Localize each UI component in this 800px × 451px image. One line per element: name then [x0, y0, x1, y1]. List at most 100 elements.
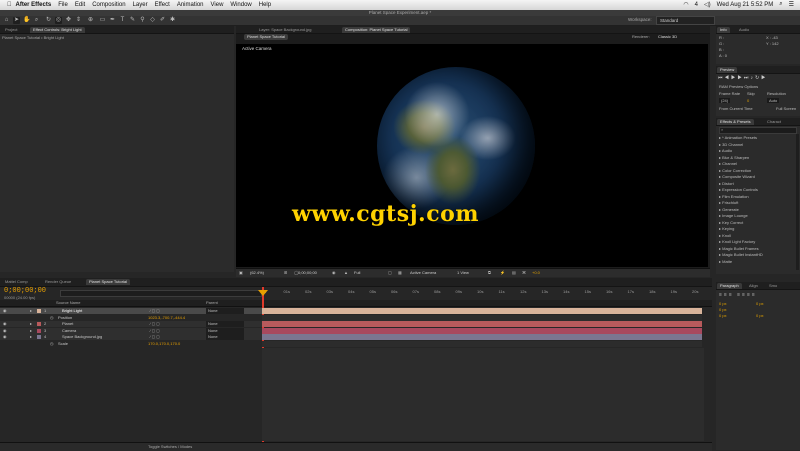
- ram-preview-options[interactable]: RAM Preview Options: [719, 84, 758, 89]
- layer-duration-bar[interactable]: [262, 334, 702, 340]
- text-tool-icon[interactable]: T: [119, 17, 126, 24]
- space-after-field[interactable]: 0 px: [756, 313, 764, 318]
- grid-icon[interactable]: ⊞: [284, 270, 287, 275]
- transparency-grid-icon[interactable]: ▦: [398, 270, 402, 275]
- tab-effects-presets[interactable]: Effects & Presets: [717, 119, 754, 125]
- layer-name[interactable]: Space Background.jpg: [62, 334, 102, 340]
- parent-select[interactable]: None: [206, 321, 244, 327]
- effects-category-item[interactable]: ▸ Matte: [719, 259, 732, 264]
- menu-effect[interactable]: Effect: [155, 2, 170, 8]
- visibility-eye-icon[interactable]: ◉: [3, 308, 7, 314]
- indent-right-field[interactable]: 0 px: [756, 301, 764, 306]
- layer-row[interactable]: ◉ ▸ 4 Space Background.jpg ⁄ ◻ ◻ None: [0, 334, 262, 340]
- snapshot-icon[interactable]: ◉: [332, 270, 336, 275]
- layer-label-color[interactable]: [37, 328, 41, 333]
- tab-mattel-comp[interactable]: Mattel Comp: [2, 279, 31, 285]
- tab-effect-controls[interactable]: Effect Controls: Bright Light: [30, 27, 85, 33]
- tab-planet-space-tutorial[interactable]: Planet Space Tutorial: [86, 279, 131, 285]
- timeline-empty-area[interactable]: [262, 348, 704, 441]
- track-xy-icon[interactable]: ✥: [65, 17, 72, 24]
- property-track[interactable]: [262, 314, 702, 321]
- twirl-triangle-icon[interactable]: ▸: [30, 321, 32, 327]
- roi-icon[interactable]: ▢: [388, 270, 392, 275]
- effects-category-item[interactable]: ▸ Blur & Sharpen: [719, 155, 749, 160]
- effects-category-item[interactable]: ▸ Audio: [719, 148, 732, 153]
- selection-tool-icon[interactable]: ➤: [13, 17, 20, 24]
- zoom-select[interactable]: (62.4%): [250, 270, 264, 275]
- effects-category-item[interactable]: ▸ * Animation Presets: [719, 135, 757, 140]
- menu-edit[interactable]: Edit: [75, 2, 85, 8]
- show-snapshot-icon[interactable]: ▲: [344, 270, 348, 275]
- viewer-timecode[interactable]: 0;00;00;00: [298, 270, 317, 275]
- frame-rate-field[interactable]: (24): [719, 98, 731, 103]
- from-current-time-checkbox[interactable]: From Current Time: [719, 106, 753, 111]
- effects-category-item[interactable]: ▸ Keying: [719, 226, 734, 231]
- orbit-camera-icon[interactable]: ◎: [55, 17, 62, 24]
- property-value[interactable]: 170.0,170.0,170.0: [148, 341, 180, 347]
- property-name[interactable]: Position: [58, 315, 72, 321]
- layer-row[interactable]: ◉ ▸ 2 Planet ⁄ ◻ ◻ None: [0, 321, 262, 327]
- tab-info[interactable]: Info: [717, 27, 730, 33]
- visibility-eye-icon[interactable]: ◉: [3, 328, 7, 334]
- exposure-value[interactable]: +0.0: [532, 270, 540, 275]
- effects-category-item[interactable]: ▸ Distort: [719, 181, 734, 186]
- skip-field[interactable]: 0: [747, 98, 749, 103]
- layer-name[interactable]: Camera: [62, 328, 76, 334]
- resolution-select[interactable]: Full: [354, 270, 360, 275]
- effects-category-item[interactable]: ▸ Expression Controls: [719, 187, 758, 192]
- property-value[interactable]: 1023.3,-700.7,-444.4: [148, 315, 185, 321]
- indent-first-field[interactable]: 0 px: [719, 307, 727, 312]
- wifi-icon[interactable]: ◠: [683, 1, 688, 8]
- layer-switches[interactable]: ⁄ ◻ ◻: [150, 334, 160, 340]
- toggle-switches-modes[interactable]: Toggle Switches / Modes: [148, 444, 192, 449]
- visibility-eye-icon[interactable]: ◉: [3, 334, 7, 340]
- indent-left-field[interactable]: 0 px: [719, 301, 727, 306]
- parent-select[interactable]: None: [206, 308, 244, 314]
- effects-category-item[interactable]: ▸ Generate: [719, 207, 739, 212]
- col-parent[interactable]: Parent: [206, 300, 218, 305]
- track-z-icon[interactable]: ⇕: [75, 17, 82, 24]
- effects-category-item[interactable]: ▸ Knoll: [719, 233, 731, 238]
- layer-row[interactable]: ◉ ▸ 1 Bright Light ⁄ ◻ ◻ None: [0, 308, 262, 314]
- zoom-tool-icon[interactable]: ⌕: [33, 17, 40, 24]
- effects-category-item[interactable]: ▸ Magic Bullet Frames: [719, 246, 759, 251]
- ram-preview-icon[interactable]: ▶: [761, 75, 767, 81]
- tab-composition[interactable]: Composition: Planet Space Tutorial: [342, 27, 411, 33]
- layer-name[interactable]: Planet: [62, 321, 73, 327]
- rectangle-tool-icon[interactable]: ▭: [99, 17, 106, 24]
- layer-switches[interactable]: ⁄ ◻ ◻: [150, 308, 160, 314]
- twirl-triangle-icon[interactable]: ▸: [30, 334, 32, 340]
- effects-category-item[interactable]: ▸ Composite Wizard: [719, 174, 755, 179]
- home-icon[interactable]: ⌂: [3, 17, 10, 24]
- effects-search-input[interactable]: ⌕: [719, 127, 797, 134]
- layer-switches[interactable]: ⁄ ◻ ◻: [150, 328, 160, 334]
- property-name[interactable]: Scale: [58, 341, 68, 347]
- paragraph-align-buttons[interactable]: ≡≡≡ ≡≡≡≡: [719, 292, 757, 298]
- eraser-tool-icon[interactable]: ◇: [149, 17, 156, 24]
- effects-category-item[interactable]: ▸ Image Lounge: [719, 213, 748, 218]
- full-screen-checkbox[interactable]: Full Screen: [776, 106, 796, 111]
- menu-help[interactable]: Help: [259, 2, 271, 8]
- tab-audio[interactable]: Audio: [736, 27, 752, 33]
- space-before-field[interactable]: 0 px: [719, 313, 727, 318]
- layer-name[interactable]: Bright Light: [62, 308, 82, 314]
- menu-app-name[interactable]: After Effects: [16, 2, 52, 8]
- tab-project[interactable]: Project: [2, 27, 20, 33]
- effects-category-item[interactable]: ▸ Film Emulation: [719, 194, 749, 199]
- timeline-timecode[interactable]: 0;00;00;00: [4, 287, 46, 295]
- menu-window[interactable]: Window: [230, 2, 251, 8]
- layer-property-row[interactable]: ◷ Scale 170.0,170.0,170.0: [0, 340, 262, 347]
- rotate-tool-icon[interactable]: ↻: [45, 17, 52, 24]
- tab-preview[interactable]: Preview: [717, 67, 738, 73]
- pen-tool-icon[interactable]: ✒: [109, 17, 116, 24]
- layer-duration-bar[interactable]: [262, 321, 702, 327]
- pan-behind-icon[interactable]: ⊕: [87, 17, 94, 24]
- view-layout-select[interactable]: 1 View: [457, 270, 469, 275]
- fast-preview-icon[interactable]: ⚡: [500, 270, 505, 275]
- tab-smoother[interactable]: Smo: [766, 283, 780, 289]
- tab-render-queue[interactable]: Render Queue: [42, 279, 74, 285]
- menu-layer[interactable]: Layer: [133, 2, 148, 8]
- layer-row[interactable]: ◉ ▸ 3 Camera ⁄ ◻ ◻ None: [0, 327, 262, 334]
- roto-brush-icon[interactable]: ✐: [159, 17, 166, 24]
- puppet-pin-icon[interactable]: ✱: [169, 17, 176, 24]
